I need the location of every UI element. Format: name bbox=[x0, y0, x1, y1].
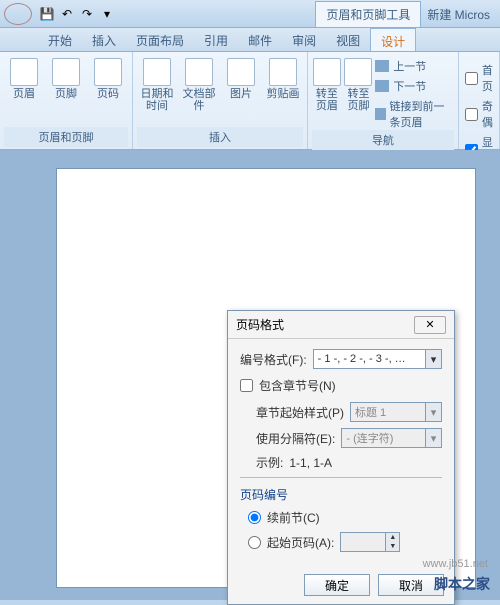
dialog-titlebar: 页码格式 ✕ bbox=[228, 311, 454, 339]
quick-parts-button[interactable]: 文档部件 bbox=[179, 58, 219, 112]
date-icon bbox=[143, 58, 171, 86]
picture-button[interactable]: 图片 bbox=[221, 58, 261, 100]
chevron-down-icon: ▾ bbox=[425, 429, 441, 447]
parts-icon bbox=[185, 58, 213, 86]
clipart-icon bbox=[269, 58, 297, 86]
document-title: 新建 Micros bbox=[421, 2, 496, 27]
number-format-combo[interactable]: - 1 -, - 2 -, - 3 -, … ▾ bbox=[313, 349, 442, 369]
continue-radio[interactable] bbox=[248, 511, 261, 524]
group-label: 导航 bbox=[312, 130, 454, 150]
link-prev-button[interactable]: 链接到前一条页眉 bbox=[375, 98, 454, 130]
goto-header-button[interactable]: 转至页眉 bbox=[312, 58, 342, 112]
office-button[interactable] bbox=[4, 3, 32, 25]
example-label: 示例: bbox=[256, 454, 283, 471]
number-format-label: 编号格式(F): bbox=[240, 351, 307, 368]
chevron-down-icon: ▾ bbox=[425, 403, 441, 421]
odd-even-checkbox[interactable]: 奇偶 bbox=[465, 98, 493, 130]
document-area: 页码格式 ✕ 编号格式(F): - 1 -, - 2 -, - 3 -, … ▾… bbox=[0, 150, 500, 600]
prev-section-button[interactable]: 上一节 bbox=[375, 58, 454, 74]
group-insert: 日期和时间 文档部件 图片 剪贴画 插入 bbox=[133, 52, 308, 149]
example-value: 1-1, 1-A bbox=[289, 456, 332, 470]
separator-label: 使用分隔符(E): bbox=[256, 430, 335, 447]
tab-insert[interactable]: 插入 bbox=[82, 28, 126, 51]
chevron-down-icon[interactable]: ▾ bbox=[425, 350, 441, 368]
next-section-button[interactable]: 下一节 bbox=[375, 78, 454, 94]
tab-home[interactable]: 开始 bbox=[38, 28, 82, 51]
quick-access-toolbar: 💾 ↶ ↷ ▾ bbox=[38, 5, 116, 23]
chapter-style-label: 章节起始样式(P) bbox=[256, 404, 344, 421]
goto-header-icon bbox=[313, 58, 341, 86]
picture-icon bbox=[227, 58, 255, 86]
tab-references[interactable]: 引用 bbox=[194, 28, 238, 51]
redo-icon[interactable]: ↷ bbox=[78, 5, 96, 23]
group-label: 页眉和页脚 bbox=[4, 127, 128, 147]
group-header-footer: 页眉 页脚 页码 页眉和页脚 bbox=[0, 52, 133, 149]
tab-mailings[interactable]: 邮件 bbox=[238, 28, 282, 51]
header-icon bbox=[10, 58, 38, 86]
start-at-label: 起始页码(A): bbox=[267, 534, 334, 551]
page-numbering-title: 页码编号 bbox=[240, 486, 442, 503]
dialog-title: 页码格式 bbox=[236, 316, 284, 333]
header-button[interactable]: 页眉 bbox=[4, 58, 44, 100]
clipart-button[interactable]: 剪贴画 bbox=[263, 58, 303, 100]
context-tab-header-footer-tools[interactable]: 页眉和页脚工具 bbox=[315, 1, 421, 27]
start-at-spinner: ▲▼ bbox=[340, 532, 400, 552]
page-number-icon bbox=[94, 58, 122, 86]
site-footer: 脚本之家 bbox=[434, 574, 490, 594]
date-time-button[interactable]: 日期和时间 bbox=[137, 58, 177, 112]
separator-combo: - (连字符) ▾ bbox=[341, 428, 442, 448]
first-page-checkbox[interactable]: 首页 bbox=[465, 62, 493, 94]
watermark: www.jb51.net bbox=[423, 558, 488, 570]
tab-page-layout[interactable]: 页面布局 bbox=[126, 28, 194, 51]
include-chapter-checkbox[interactable] bbox=[240, 379, 253, 392]
tab-design[interactable]: 设计 bbox=[370, 28, 416, 51]
close-button[interactable]: ✕ bbox=[414, 316, 446, 334]
goto-footer-icon bbox=[344, 58, 372, 86]
link-icon bbox=[375, 108, 385, 120]
group-options: 首页 奇偶 显示 选 bbox=[459, 52, 500, 149]
page-number-format-dialog: 页码格式 ✕ 编号格式(F): - 1 -, - 2 -, - 3 -, … ▾… bbox=[227, 310, 455, 605]
ok-button[interactable]: 确定 bbox=[304, 574, 370, 596]
next-icon bbox=[375, 80, 389, 92]
start-at-radio[interactable] bbox=[248, 536, 261, 549]
title-bar: 💾 ↶ ↷ ▾ 页眉和页脚工具 新建 Micros bbox=[0, 0, 500, 28]
page-number-button[interactable]: 页码 bbox=[88, 58, 128, 100]
save-icon[interactable]: 💾 bbox=[38, 5, 56, 23]
ribbon-tabs: 开始 插入 页面布局 引用 邮件 审阅 视图 设计 bbox=[0, 28, 500, 52]
group-navigation: 转至页眉 转至页脚 上一节 下一节 链接到前一条页眉 导航 bbox=[308, 52, 459, 149]
continue-label: 续前节(C) bbox=[267, 509, 320, 526]
goto-footer-button[interactable]: 转至页脚 bbox=[344, 58, 374, 112]
group-label: 插入 bbox=[137, 127, 303, 147]
prev-icon bbox=[375, 60, 389, 72]
footer-button[interactable]: 页脚 bbox=[46, 58, 86, 100]
chapter-style-combo: 标题 1 ▾ bbox=[350, 402, 442, 422]
tab-review[interactable]: 审阅 bbox=[282, 28, 326, 51]
ribbon: 页眉 页脚 页码 页眉和页脚 日期和时间 文档部件 图片 剪贴画 插入 转至页眉… bbox=[0, 52, 500, 150]
spin-down-icon: ▼ bbox=[386, 542, 399, 551]
include-chapter-label: 包含章节号(N) bbox=[259, 377, 336, 394]
qat-dropdown-icon[interactable]: ▾ bbox=[98, 5, 116, 23]
footer-icon bbox=[52, 58, 80, 86]
undo-icon[interactable]: ↶ bbox=[58, 5, 76, 23]
tab-view[interactable]: 视图 bbox=[326, 28, 370, 51]
close-icon: ✕ bbox=[425, 318, 434, 331]
spin-up-icon: ▲ bbox=[386, 533, 399, 542]
